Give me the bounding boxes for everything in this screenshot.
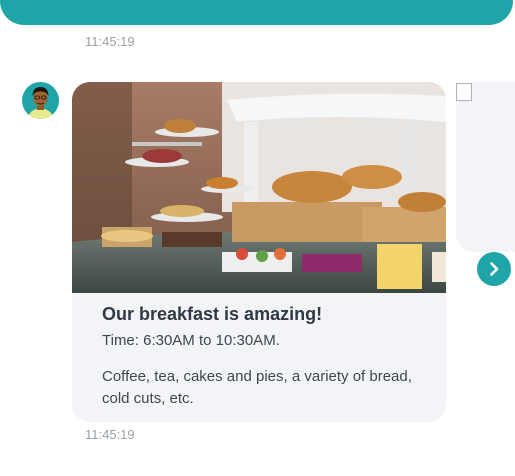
card-description: Coffee, tea, cakes and pies, a variety o… [102, 368, 412, 407]
card-body: Our breakfast is amazing! Time: 6:30AM t… [102, 303, 422, 410]
bot-avatar [22, 82, 59, 119]
broken-image-icon [456, 83, 472, 101]
message-timestamp: 11:45:19 [85, 34, 135, 49]
card-time: Time: 6:30AM to 10:30AM. [102, 332, 280, 349]
next-carousel-card[interactable] [456, 82, 515, 252]
previous-message-bubble [0, 0, 513, 25]
message-timestamp: 11:45:19 [85, 427, 135, 442]
card-title: Our breakfast is amazing! [102, 304, 323, 324]
carousel-next-button[interactable] [477, 252, 511, 286]
chevron-right-icon [490, 262, 499, 276]
carousel-card[interactable]: Our breakfast is amazing! Time: 6:30AM t… [72, 82, 446, 422]
breakfast-buffet-image [72, 82, 446, 293]
